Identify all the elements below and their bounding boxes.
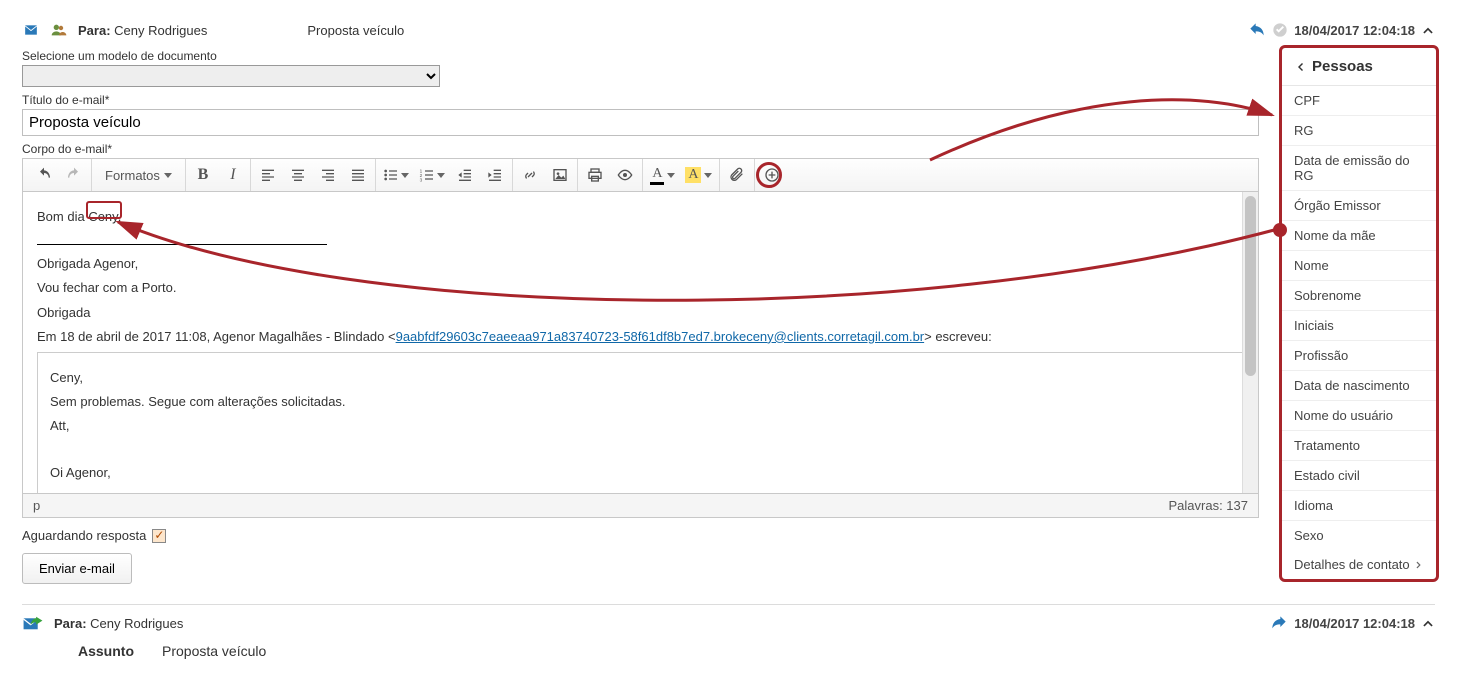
thread-subject-value: Proposta veículo <box>162 643 266 659</box>
separator <box>37 244 327 245</box>
editor-toolbar: Formatos B I 123 A A <box>22 158 1259 192</box>
email-header: Para: Ceny Rodrigues Proposta veículo 18… <box>22 17 1435 43</box>
thread-header: Para: Ceny Rodrigues 18/04/2017 12:04:18 <box>22 604 1435 631</box>
header-subject: Proposta veículo <box>307 23 404 38</box>
quote-line: Ceny, <box>50 369 1231 387</box>
italic-icon[interactable]: I <box>218 162 248 188</box>
panel-item[interactable]: Nome <box>1282 251 1436 281</box>
bullet-list-icon[interactable] <box>378 162 414 188</box>
panel-item-detalhes[interactable]: Detalhes de contato <box>1282 550 1436 579</box>
awaiting-label: Aguardando resposta <box>22 528 146 543</box>
panel-item[interactable]: Órgão Emissor <box>1282 191 1436 221</box>
panel-item[interactable]: Data de emissão do RG <box>1282 146 1436 191</box>
chevron-up-icon[interactable] <box>1421 616 1435 630</box>
quote-intro: Em 18 de abril de 2017 11:08, Agenor Mag… <box>37 328 1244 346</box>
panel-item[interactable]: Iniciais <box>1282 311 1436 341</box>
align-justify-icon[interactable] <box>343 162 373 188</box>
insert-variable-icon[interactable] <box>757 162 787 188</box>
quote-line: Oi Agenor, <box>50 464 1231 482</box>
panel-item[interactable]: RG <box>1282 116 1436 146</box>
panel-item[interactable]: Estado civil <box>1282 461 1436 491</box>
envelope-icon <box>22 23 40 37</box>
panel-item[interactable]: Profissão <box>1282 341 1436 371</box>
word-count: Palavras: 137 <box>1169 498 1249 513</box>
bold-icon[interactable]: B <box>188 162 218 188</box>
panel-item[interactable]: Nome da mãe <box>1282 221 1436 251</box>
email-title-input[interactable] <box>22 109 1259 136</box>
formats-button[interactable]: Formatos <box>94 162 183 188</box>
outdent-icon[interactable] <box>450 162 480 188</box>
svg-text:3: 3 <box>420 178 423 183</box>
panel-item[interactable]: Sobrenome <box>1282 281 1436 311</box>
undo-icon[interactable] <box>29 162 59 188</box>
body-line: Obrigada Agenor, <box>37 255 1244 273</box>
body-line: Obrigada <box>37 304 1244 322</box>
text-color-icon[interactable]: A <box>645 162 681 188</box>
highlight-color-icon[interactable]: A <box>681 162 717 188</box>
editor-status-bar: p Palavras: 137 <box>22 494 1259 518</box>
panel-item[interactable]: Tratamento <box>1282 431 1436 461</box>
scrollbar[interactable] <box>1242 192 1258 493</box>
panel-item[interactable]: CPF <box>1282 86 1436 116</box>
panel-item[interactable]: Sexo <box>1282 521 1436 550</box>
annotation-box-ceny <box>86 201 122 219</box>
thread-timestamp: 18/04/2017 12:04:18 <box>1294 616 1415 631</box>
forward-icon[interactable] <box>1270 615 1288 631</box>
indent-icon[interactable] <box>480 162 510 188</box>
attachment-icon[interactable] <box>722 162 752 188</box>
quote-box: Ceny, Sem problemas. Segue com alteraçõe… <box>37 352 1244 494</box>
panel-item[interactable]: Data de nascimento <box>1282 371 1436 401</box>
preview-icon[interactable] <box>610 162 640 188</box>
redo-icon[interactable] <box>59 162 89 188</box>
reply-icon[interactable] <box>1248 22 1266 38</box>
editor-body[interactable]: Bom dia Ceny, Obrigada Agenor, Vou fecha… <box>22 192 1259 494</box>
thread-subject-row: Assunto Proposta veículo <box>22 643 1435 659</box>
quote-line: Sem problemas. Segue com alterações soli… <box>50 393 1231 411</box>
panel-item[interactable]: Nome do usuário <box>1282 401 1436 431</box>
body-label: Corpo do e-mail* <box>22 142 1435 156</box>
panel-item[interactable]: Idioma <box>1282 491 1436 521</box>
element-path: p <box>33 498 1169 513</box>
to-label: Para: Ceny Rodrigues <box>78 23 207 38</box>
people-icon <box>50 22 68 38</box>
image-icon[interactable] <box>545 162 575 188</box>
awaiting-checkbox[interactable] <box>152 529 166 543</box>
thread-to: Para: Ceny Rodrigues <box>54 616 183 631</box>
quoted-email-link[interactable]: 9aabfdf29603c7eaeeaa971a83740723-58f61df… <box>396 329 925 344</box>
check-circle-icon <box>1272 22 1288 38</box>
header-timestamp: 18/04/2017 12:04:18 <box>1294 23 1415 38</box>
align-center-icon[interactable] <box>283 162 313 188</box>
send-button[interactable]: Enviar e-mail <box>22 553 132 584</box>
body-line: Vou fechar com a Porto. <box>37 279 1244 297</box>
variables-panel: Pessoas CPFRGData de emissão do RGÓrgão … <box>1279 45 1439 582</box>
link-icon[interactable] <box>515 162 545 188</box>
print-icon[interactable] <box>580 162 610 188</box>
align-left-icon[interactable] <box>253 162 283 188</box>
greeting-line: Bom dia Ceny, <box>37 208 1244 226</box>
chevron-up-icon[interactable] <box>1421 23 1435 37</box>
thread-subject-label: Assunto <box>78 643 134 659</box>
panel-back-header[interactable]: Pessoas <box>1282 48 1436 86</box>
align-right-icon[interactable] <box>313 162 343 188</box>
template-select[interactable] <box>22 65 440 87</box>
template-label: Selecione um modelo de documento <box>22 49 1435 63</box>
number-list-icon[interactable]: 123 <box>414 162 450 188</box>
envelope-forward-icon <box>22 615 44 631</box>
annotation-dot <box>1273 223 1287 237</box>
title-label: Título do e-mail* <box>22 93 1435 107</box>
quote-line: Att, <box>50 417 1231 435</box>
